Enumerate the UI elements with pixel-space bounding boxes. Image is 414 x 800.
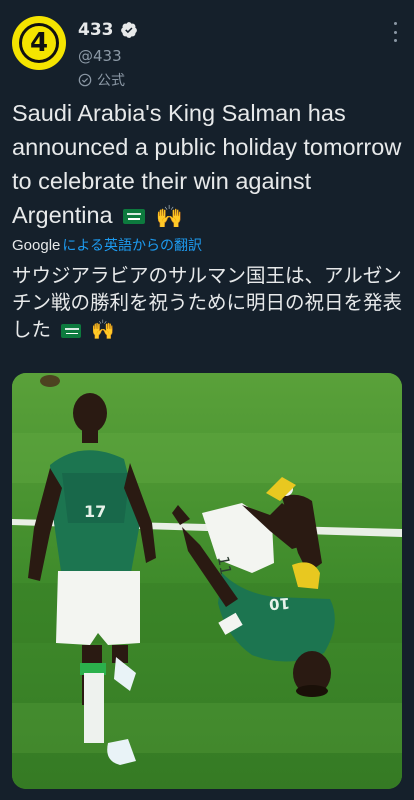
handle[interactable]: @433 <box>78 47 122 65</box>
official-check-icon <box>78 73 92 87</box>
avatar-logo: 4 <box>19 23 59 63</box>
google-logo: Google <box>12 237 61 254</box>
jersey-number-right: 10 <box>268 594 290 613</box>
photo-illustration: 17 11 10 <box>12 373 402 789</box>
official-label-row: 公式 <box>78 70 125 90</box>
translated-text: サウジアラビアのサルマン国王は、アルゼンチン戦の勝利を祝うために明日の祝日を発表… <box>12 262 404 344</box>
translation-link[interactable]: による英語からの翻訳 <box>62 235 202 255</box>
raising-hands-emoji-translated: 🙌 <box>91 319 116 341</box>
translation-attribution[interactable]: Google による英語からの翻訳 <box>12 235 202 255</box>
verified-badge-icon <box>120 22 137 38</box>
saudi-flag-icon <box>123 209 146 225</box>
raising-hands-emoji: 🙌 <box>155 203 184 229</box>
tweet-text: Saudi Arabia's King Salman has announced… <box>12 96 404 234</box>
jersey-number-left: 17 <box>84 502 106 521</box>
more-options-icon[interactable] <box>392 22 398 42</box>
avatar[interactable]: 4 <box>12 16 66 70</box>
tweet-photo[interactable]: 17 11 10 <box>12 373 402 789</box>
official-label: 公式 <box>97 73 125 89</box>
name-row: 433 <box>78 20 138 40</box>
display-name[interactable]: 433 <box>78 20 114 40</box>
tweet-header: 4 433 @433 公式 <box>0 0 414 92</box>
saudi-flag-icon-translated <box>61 323 82 338</box>
tweet-text-body: Saudi Arabia's King Salman has announced… <box>12 100 402 228</box>
